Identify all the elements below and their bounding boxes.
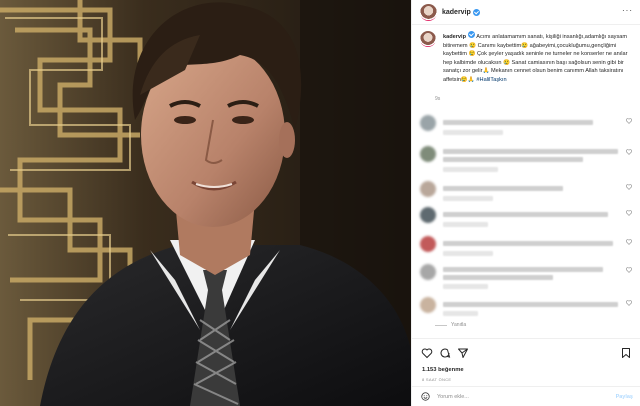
comment-text-blurred — [443, 186, 563, 191]
share-icon[interactable] — [457, 347, 469, 359]
comment-like-heart-icon[interactable] — [626, 118, 632, 124]
reply-row: Yanıtla — [435, 322, 466, 328]
heart-icon[interactable] — [421, 347, 433, 359]
reply-dash — [435, 324, 447, 326]
comment-avatar — [420, 181, 436, 197]
caption-verified-badge-icon — [468, 31, 476, 38]
caption-avatar[interactable] — [420, 31, 436, 47]
portrait-image — [0, 0, 411, 406]
caption-text: Acımı anlatamamım sanatı, kişiliği insan… — [443, 34, 628, 83]
header-username[interactable]: kadervip — [442, 9, 471, 16]
comment-item — [420, 145, 634, 177]
comment-like-heart-icon[interactable] — [626, 149, 632, 155]
comment-item — [420, 114, 634, 138]
add-comment-bar: Yorum ekle... Paylaş — [412, 386, 640, 406]
comment-text-blurred — [443, 120, 593, 125]
comment-text-blurred — [443, 149, 618, 154]
comment-avatar — [420, 297, 436, 313]
caption-time: 9s — [435, 96, 441, 102]
comment-item — [420, 235, 634, 259]
reply-link[interactable]: Yanıtla — [451, 322, 466, 328]
comment-meta-blurred — [443, 251, 493, 256]
comment-avatar — [420, 264, 436, 280]
post-actions — [412, 338, 640, 366]
comment-text-blurred — [443, 302, 618, 307]
comment-text-blurred — [443, 275, 553, 280]
comment-like-heart-icon[interactable] — [626, 210, 632, 216]
post-side-panel: kadervip ··· kadervip Acımı anlatamamım … — [411, 0, 640, 406]
caption-hashtag[interactable]: #HalilTaşkın — [476, 77, 506, 83]
comment-avatar — [420, 115, 436, 131]
comment-text-blurred — [443, 157, 583, 162]
comment-text-blurred — [443, 241, 613, 246]
post-header: kadervip ··· — [412, 0, 640, 25]
caption: kadervip Acımı anlatamamım sanatı, kişil… — [420, 31, 634, 85]
profile-avatar[interactable] — [420, 3, 437, 21]
comment-item — [420, 206, 634, 230]
post-comment-button[interactable]: Paylaş — [616, 394, 633, 400]
instagram-post: kadervip ··· kadervip Acımı anlatamamım … — [0, 0, 640, 406]
comment-avatar — [420, 236, 436, 252]
comment-like-heart-icon[interactable] — [626, 239, 632, 245]
comment-avatar — [420, 207, 436, 223]
comment-meta-blurred — [443, 222, 488, 227]
comment-icon[interactable] — [439, 347, 451, 359]
caption-text-block: kadervip Acımı anlatamamım sanatı, kişil… — [443, 31, 633, 85]
comment-item — [420, 180, 634, 204]
comment-meta-blurred — [443, 167, 498, 172]
comment-item — [420, 296, 634, 320]
emoji-icon[interactable] — [421, 392, 430, 401]
likes-count[interactable]: 1.153 beğenme — [422, 367, 464, 373]
comment-meta-blurred — [443, 311, 478, 316]
comment-like-heart-icon[interactable] — [626, 267, 632, 273]
comment-text-blurred — [443, 212, 608, 217]
bookmark-icon[interactable] — [620, 347, 632, 359]
more-dots-icon[interactable]: ··· — [622, 7, 633, 15]
caption-username[interactable]: kadervip — [443, 34, 466, 40]
post-time-ago: 8 SAAT ÖNCE — [422, 377, 452, 382]
comment-like-heart-icon[interactable] — [626, 300, 632, 306]
comment-meta-blurred — [443, 284, 488, 289]
comment-like-heart-icon[interactable] — [626, 184, 632, 190]
comment-item — [420, 263, 634, 293]
comment-text-blurred — [443, 267, 603, 272]
verified-badge-icon — [472, 8, 480, 16]
comment-avatar — [420, 146, 436, 162]
comment-meta-blurred — [443, 196, 493, 201]
comment-meta-blurred — [443, 130, 503, 135]
comment-input[interactable]: Yorum ekle... — [437, 394, 469, 400]
post-photo[interactable] — [0, 0, 411, 406]
